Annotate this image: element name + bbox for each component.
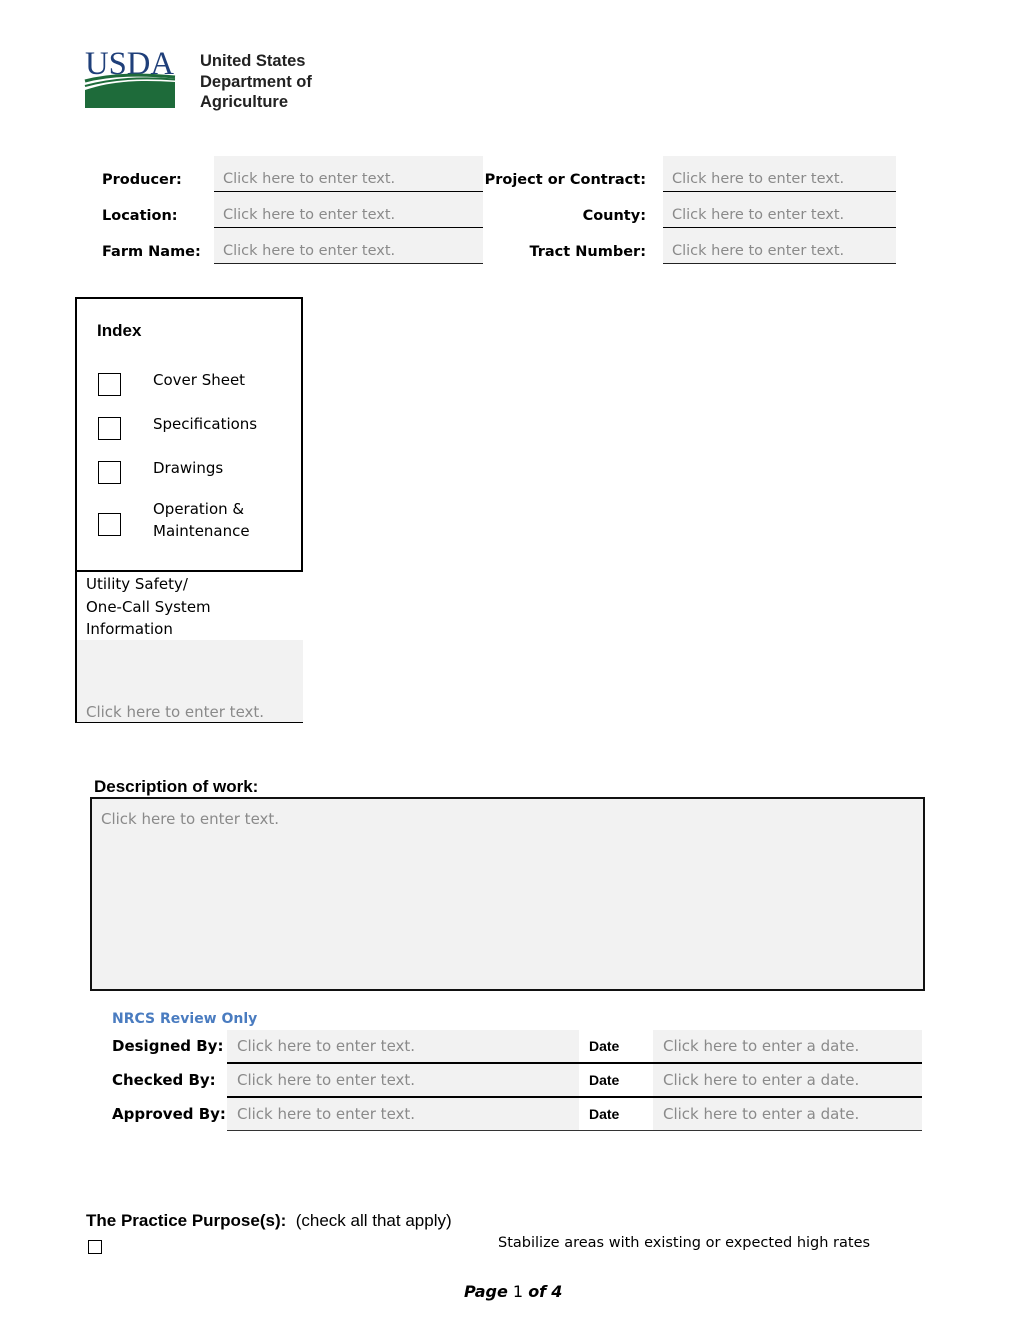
designed-date-field[interactable]: Click here to enter a date.: [653, 1030, 922, 1062]
index-title: Index: [97, 321, 142, 340]
designed-by-row-line: Click here to enter text. Date Click her…: [227, 1030, 922, 1064]
designed-date-label: Date: [589, 1038, 620, 1054]
approved-by-field[interactable]: Click here to enter text.: [227, 1098, 579, 1130]
index-om-line-2: Maintenance: [153, 522, 250, 540]
index-drawings-label: Drawings: [153, 459, 224, 477]
index-operation-maintenance-checkbox[interactable]: [98, 513, 121, 536]
index-om-line-1: Operation &: [153, 500, 245, 518]
designed-by-field[interactable]: Click here to enter text.: [227, 1030, 579, 1062]
approved-by-label: Approved By:: [112, 1105, 226, 1123]
checked-by-field[interactable]: Click here to enter text.: [227, 1064, 579, 1096]
description-field[interactable]: Click here to enter text.: [90, 797, 925, 991]
utility-line-3: Information: [86, 620, 173, 638]
checked-date-field[interactable]: Click here to enter a date.: [653, 1064, 922, 1096]
index-specifications-label: Specifications: [153, 415, 258, 433]
review-row-checked: Checked By: Click here to enter text. Da…: [112, 1064, 922, 1098]
checked-date-label: Date: [589, 1072, 620, 1088]
description-title: Description of work:: [94, 777, 259, 796]
approved-date-label: Date: [589, 1106, 620, 1122]
practice-purpose-note: (check all that apply): [295, 1211, 452, 1230]
utility-line-1: Utility Safety/: [86, 575, 188, 593]
location-field[interactable]: Click here to enter text.: [214, 192, 483, 228]
utility-info-field[interactable]: Click here to enter text.: [77, 640, 303, 722]
tract-number-label: Tract Number:: [529, 244, 646, 260]
farm-name-label: Farm Name:: [102, 244, 201, 260]
farm-name-field[interactable]: Click here to enter text.: [214, 228, 483, 264]
practice-purpose-title: The Practice Purpose(s):: [86, 1211, 287, 1230]
county-label: County:: [582, 208, 646, 224]
purpose-stabilize-label: Stabilize areas with existing or expecte…: [498, 1235, 871, 1251]
index-cover-sheet-checkbox[interactable]: [98, 373, 121, 396]
designed-by-label: Designed By:: [112, 1037, 224, 1055]
index-specifications-checkbox[interactable]: [98, 417, 121, 440]
utility-label: Utility Safety/ One-Call System Informat…: [86, 573, 211, 641]
approved-date-field[interactable]: Click here to enter a date.: [653, 1098, 922, 1130]
index-drawings-checkbox[interactable]: [98, 461, 121, 484]
nrcs-review-title: NRCS Review Only: [112, 1011, 258, 1027]
tract-number-field[interactable]: Click here to enter text.: [663, 228, 896, 264]
project-contract-label: Project or Contract:: [484, 172, 646, 188]
usda-logo-text: United States Department of Agriculture: [200, 51, 312, 113]
page-number: Page 1 of 4: [464, 1282, 562, 1301]
current-page: 1: [512, 1282, 524, 1301]
location-label: Location:: [102, 208, 178, 224]
utility-line-2: One-Call System: [86, 597, 211, 616]
index-cover-sheet-label: Cover Sheet: [153, 371, 246, 389]
logo-line-1: United States: [200, 52, 306, 70]
total-pages: 4: [551, 1282, 563, 1301]
utility-info-placeholder: Click here to enter text.: [86, 703, 265, 721]
review-row-approved: Approved By: Click here to enter text. D…: [112, 1098, 922, 1131]
approved-by-row-line: Click here to enter text. Date Click her…: [227, 1098, 922, 1131]
usda-logo: USDA United States Department of Agricul…: [84, 44, 334, 116]
page-word: Page: [464, 1282, 508, 1301]
practice-purpose-heading: The Practice Purpose(s): (check all that…: [86, 1211, 452, 1231]
purpose-stabilize-checkbox[interactable]: [88, 1240, 102, 1254]
checked-by-label: Checked By:: [112, 1071, 216, 1089]
index-operation-maintenance-label: Operation & Maintenance: [153, 498, 250, 542]
of-word: of: [528, 1282, 547, 1301]
review-row-designed: Designed By: Click here to enter text. D…: [112, 1030, 922, 1064]
usda-logo-mark-icon: USDA: [84, 46, 176, 108]
checked-by-row-line: Click here to enter text. Date Click her…: [227, 1064, 922, 1098]
county-field[interactable]: Click here to enter text.: [663, 192, 896, 228]
producer-label: Producer:: [102, 172, 182, 188]
project-contract-field[interactable]: Click here to enter text.: [663, 156, 896, 192]
producer-field[interactable]: Click here to enter text.: [214, 156, 483, 192]
logo-line-2: Department of: [200, 72, 312, 91]
logo-line-3: Agriculture: [200, 93, 289, 111]
